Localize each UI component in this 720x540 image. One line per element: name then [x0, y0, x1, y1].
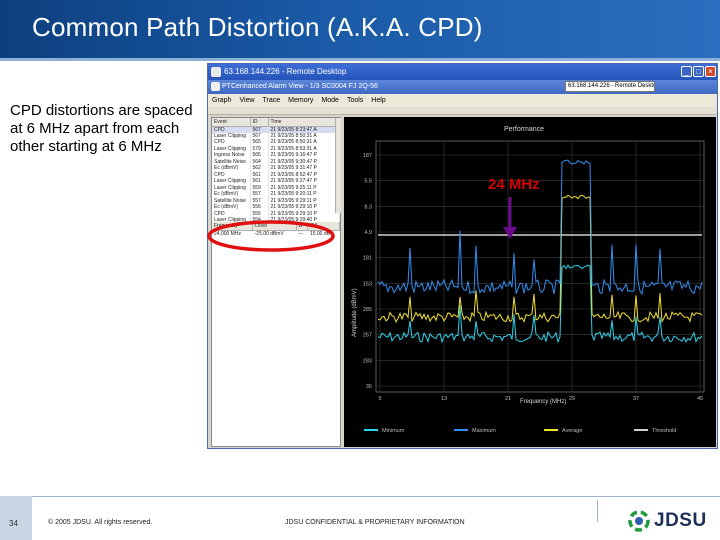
- chart-grid: [375, 140, 705, 393]
- event-type: Laser Clipping: [212, 184, 251, 191]
- maximize-icon: □: [693, 66, 704, 77]
- toolbar: [208, 107, 717, 115]
- y-tick-label: 5.5: [364, 179, 372, 185]
- highlight-circle: [207, 220, 335, 252]
- menu-mode: Mode: [321, 97, 339, 104]
- menu-graph: Graph: [212, 97, 232, 104]
- remote-desktop-title: 63.168.144.226 - Remote Desktop: [224, 67, 347, 76]
- legend-label: Threshold: [652, 428, 676, 434]
- maximum-trace: [377, 159, 703, 296]
- annotation-label: 24 MHz: [488, 176, 540, 193]
- page-number-box: [0, 496, 32, 540]
- event-type: Satellite Noise: [212, 158, 251, 165]
- chart-traces: [377, 159, 703, 344]
- confidential-notice: JDSU CONFIDENTIAL & PROPRIETARY INFORMAT…: [285, 519, 465, 526]
- y-tick-label: 153: [363, 281, 372, 287]
- app-title: PTCenhanced Alarm View - 1/3 SC0004 FJ 2…: [222, 83, 378, 90]
- slide-title: Common Path Distortion (A.K.A. CPD): [32, 12, 483, 42]
- menu-help: Help: [371, 97, 386, 104]
- y-axis-label: Amplitude (dBmV): [352, 288, 358, 337]
- legend-label: Minimum: [382, 428, 405, 434]
- app-icon: [211, 82, 220, 91]
- legend-label: Average: [562, 428, 582, 434]
- x-tick-label: 37: [633, 396, 639, 402]
- menu-memory: Memory: [288, 97, 314, 104]
- chart-title: Performance: [504, 126, 544, 133]
- event-type: Satellite Noise: [212, 197, 251, 204]
- event-table-header: Event ID Time: [212, 118, 340, 127]
- remote-desktop-titlebar: 63.168.144.226 - Remote Desktop _ □ ×: [208, 64, 717, 80]
- event-type: Laser Clipping: [212, 178, 251, 185]
- slide: Common Path Distortion (A.K.A. CPD) CPD …: [0, 0, 720, 540]
- y-tick-label: 4.9: [364, 230, 372, 236]
- event-panel: Event ID Time CPD 567 21 9/23/05 8:23:47 A…: [211, 117, 341, 447]
- y-tick-labels: 187 5.5 8.3 4.9 181 153 285 257 283 35: [363, 153, 372, 390]
- x-tick-label: 5: [378, 396, 381, 402]
- x-tick-label: 13: [441, 396, 447, 402]
- minimize-icon: _: [681, 66, 692, 77]
- event-table-body: CPD 567 21 9/23/05 8:23:47 A Laser Clipping…: [212, 126, 340, 230]
- performance-chart: Performance Amplitude (dBmV) Frequency (…: [352, 126, 705, 434]
- x-tick-label: 45: [697, 396, 703, 402]
- menu-tools: Tools: [346, 97, 364, 104]
- menu-view: View: [239, 97, 255, 104]
- column-header-event: Event: [212, 118, 251, 127]
- header-divider: [0, 58, 720, 61]
- plot-frame: [375, 140, 705, 393]
- minimum-trace: [377, 264, 703, 344]
- average-trace: [377, 194, 703, 324]
- legend-label: Maximum: [472, 428, 496, 434]
- column-header-id: ID: [250, 118, 269, 127]
- column-header-time: Time: [268, 118, 340, 127]
- body-text: CPD distortions are spaced at 6 MHz apar…: [10, 102, 193, 155]
- y-tick-label: 285: [363, 307, 372, 313]
- close-icon: ×: [705, 66, 716, 77]
- y-tick-label: 187: [363, 153, 372, 159]
- menu-trace: Trace: [262, 97, 281, 104]
- copyright-text: © 2005 JDSU. All rights reserved.: [48, 519, 153, 526]
- x-tick-label: 29: [569, 396, 575, 402]
- event-type: Ingress Noise: [212, 152, 251, 159]
- remote-desktop-screenshot: 63.168.144.226 - Remote Desktop _ □ × PT…: [207, 63, 718, 449]
- x-tick-label: 21: [505, 396, 511, 402]
- y-tick-label: 283: [363, 358, 372, 364]
- annotation-arrow-icon: [503, 197, 517, 239]
- y-tick-label: 8.3: [364, 204, 372, 210]
- performance-chart-panel: Performance Amplitude (dBmV) Frequency (…: [344, 117, 716, 447]
- jdsu-logo: JDSU: [626, 509, 706, 533]
- footer-divider: [0, 496, 720, 497]
- title-bar: Common Path Distortion (A.K.A. CPD): [0, 0, 720, 58]
- event-table-scrollbar: [335, 118, 341, 213]
- y-tick-label: 257: [363, 333, 372, 339]
- y-tick-label: 35: [366, 384, 372, 390]
- jdsu-logo-icon: [628, 510, 650, 532]
- y-tick-label: 181: [363, 256, 372, 262]
- page-number: 34: [9, 519, 18, 528]
- logo-divider: [597, 500, 598, 522]
- x-axis-label: Frequency (MHz): [520, 399, 566, 405]
- chart-legend: Minimum Maximum Average Threshold: [364, 428, 676, 434]
- nested-window-title: 63.168.144.226 - Remote Desktop: [565, 81, 655, 92]
- logo-text: JDSU: [654, 510, 707, 531]
- event-table: Event ID Time CPD 567 21 9/23/05 8:23:47 A…: [212, 118, 340, 230]
- remote-desktop-icon: [211, 67, 221, 77]
- event-type: Laser Clipping: [212, 132, 251, 139]
- menu-bar: Graph View Trace Memory Mode Tools Help: [208, 94, 717, 107]
- event-type: Laser Clipping: [212, 145, 251, 152]
